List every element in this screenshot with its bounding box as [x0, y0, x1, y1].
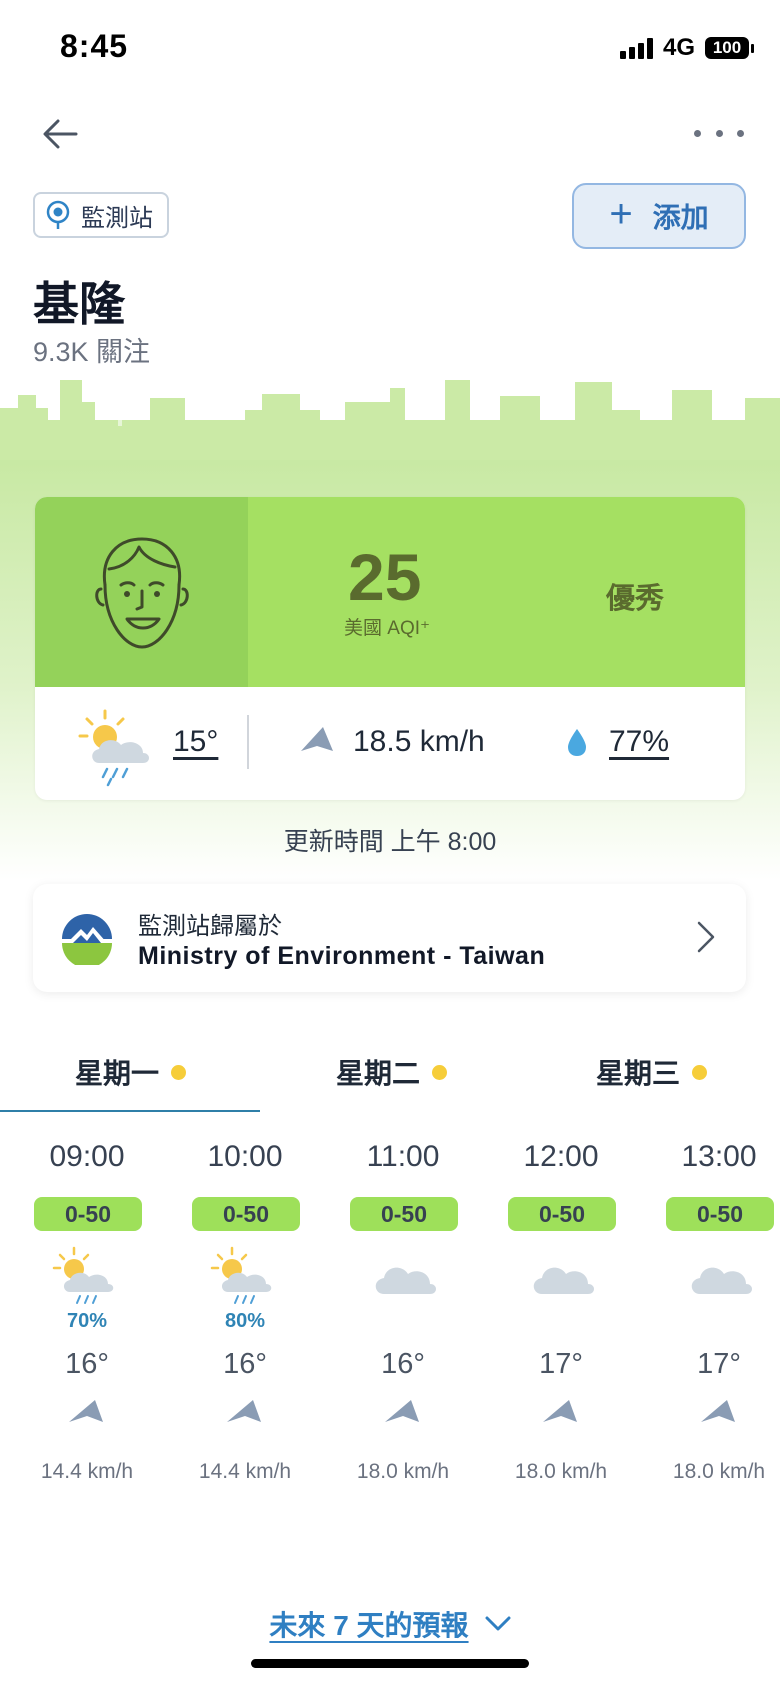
cloud-icon: [368, 1246, 438, 1313]
home-indicator: [251, 1659, 529, 1668]
wind-direction-icon: [543, 1400, 577, 1422]
hour-wind-speed: 18.0 km/h: [672, 1460, 766, 1483]
tab-label: 星期一: [75, 1058, 160, 1089]
arrow-left-icon: [43, 119, 78, 149]
hour-temperature: 16°: [65, 1348, 109, 1380]
hour-wind-speed: 18.0 km/h: [356, 1460, 450, 1483]
sun-dot-icon: [171, 1064, 187, 1080]
source-label: 監測站歸屬於: [138, 913, 282, 940]
hour-wind-speed: 14.4 km/h: [40, 1460, 134, 1483]
wind-direction-icon: [385, 1400, 419, 1422]
active-tab-indicator: [0, 1110, 260, 1112]
hour-aqi-badge: 0-50: [508, 1197, 616, 1231]
location-pin-icon: [46, 200, 70, 229]
hour-precipitation: 80%: [224, 1310, 266, 1332]
aqi-face-panel: [35, 497, 248, 687]
aqi-level: 優秀: [606, 583, 665, 615]
more-options-button[interactable]: [694, 118, 744, 148]
updated-time: 更新時間 上午 8:00: [283, 828, 497, 856]
more-dots-icon: [694, 129, 701, 137]
hour-temperature: 16°: [223, 1348, 267, 1380]
add-button-label: 添加: [652, 202, 709, 233]
chevron-right-icon: [697, 921, 715, 953]
plus-icon: +: [609, 192, 633, 236]
wind-direction-icon: [701, 1400, 735, 1422]
aqi-unit: 美國 AQI⁺: [344, 618, 431, 639]
water-drop-icon: [568, 729, 586, 756]
ministry-logo-icon: [62, 914, 112, 965]
status-indicators: 4G 100: [619, 34, 754, 62]
page-title: 基隆: [33, 278, 125, 330]
tab-monday[interactable]: 星期一: [75, 1052, 187, 1092]
hour-aqi-badge: 0-50: [192, 1197, 300, 1231]
source-organization: Ministry of Environment - Taiwan: [138, 942, 546, 970]
aqi-main-panel: 25 美國 AQI⁺ 優秀: [248, 497, 745, 687]
battery-level: 100: [705, 37, 749, 59]
sun-cloud-rain-icon: [78, 709, 149, 787]
hour-temperature: 16°: [381, 1348, 425, 1380]
tab-tuesday[interactable]: 星期二: [336, 1052, 448, 1092]
back-button[interactable]: [38, 112, 82, 156]
wind-direction-icon: [69, 1400, 103, 1422]
chevron-down-icon: [485, 1616, 511, 1631]
happy-face-icon: [94, 537, 189, 649]
current-temperature[interactable]: 15°: [173, 725, 218, 759]
sun-cloud-rain-icon: [210, 1246, 280, 1313]
sun-dot-icon: [432, 1064, 448, 1080]
aqi-card[interactable]: 25 美國 AQI⁺ 優秀 15° 18.5 km/h 77%: [35, 497, 745, 800]
signal-icon: [619, 37, 653, 59]
sun-cloud-rain-icon: [52, 1246, 122, 1313]
hour-time: 10:00: [207, 1140, 283, 1173]
followers-count: 9.3K 關注: [33, 337, 151, 367]
hour-wind-speed: 14.4 km/h: [198, 1460, 292, 1483]
wind-direction-icon: [227, 1400, 261, 1422]
divider: [247, 715, 249, 769]
battery-icon: 100: [705, 37, 754, 59]
current-wind-speed: 18.5 km/h: [353, 725, 485, 758]
hour-time: 11:00: [366, 1140, 440, 1173]
hour-aqi-badge: 0-50: [350, 1197, 458, 1231]
hour-time: 12:00: [523, 1140, 599, 1173]
cloud-icon: [684, 1246, 754, 1313]
add-button[interactable]: + 添加: [572, 183, 746, 249]
station-chip[interactable]: 監測站: [33, 192, 169, 238]
seven-day-forecast-link[interactable]: 未來 7 天的預報: [0, 1604, 780, 1644]
hour-aqi-badge: 0-50: [666, 1197, 774, 1231]
network-type: 4G: [662, 34, 695, 61]
tab-label: 星期二: [336, 1058, 421, 1089]
hour-temperature: 17°: [697, 1348, 741, 1380]
status-time: 8:45: [60, 28, 129, 64]
hour-time: 09:00: [49, 1140, 125, 1173]
hour-temperature: 17°: [539, 1348, 583, 1380]
tab-label: 星期三: [596, 1058, 681, 1089]
current-weather-row: 15° 18.5 km/h 77%: [35, 687, 745, 800]
wind-direction-icon: [301, 727, 333, 751]
forecast-link-label: 未來 7 天的預報: [269, 1610, 469, 1641]
current-humidity[interactable]: 77%: [609, 725, 669, 759]
hour-aqi-badge: 0-50: [34, 1197, 142, 1231]
aqi-value: 25: [348, 540, 422, 614]
hour-time: 13:00: [681, 1140, 757, 1173]
hour-wind-speed: 18.0 km/h: [514, 1460, 608, 1483]
station-chip-label: 監測站: [81, 204, 153, 232]
hour-precipitation: 70%: [66, 1310, 108, 1332]
cloud-icon: [526, 1246, 596, 1313]
station-source-card[interactable]: 監測站歸屬於 Ministry of Environment - Taiwan: [33, 884, 746, 992]
sun-dot-icon: [692, 1064, 708, 1080]
tab-wednesday[interactable]: 星期三: [596, 1052, 708, 1092]
